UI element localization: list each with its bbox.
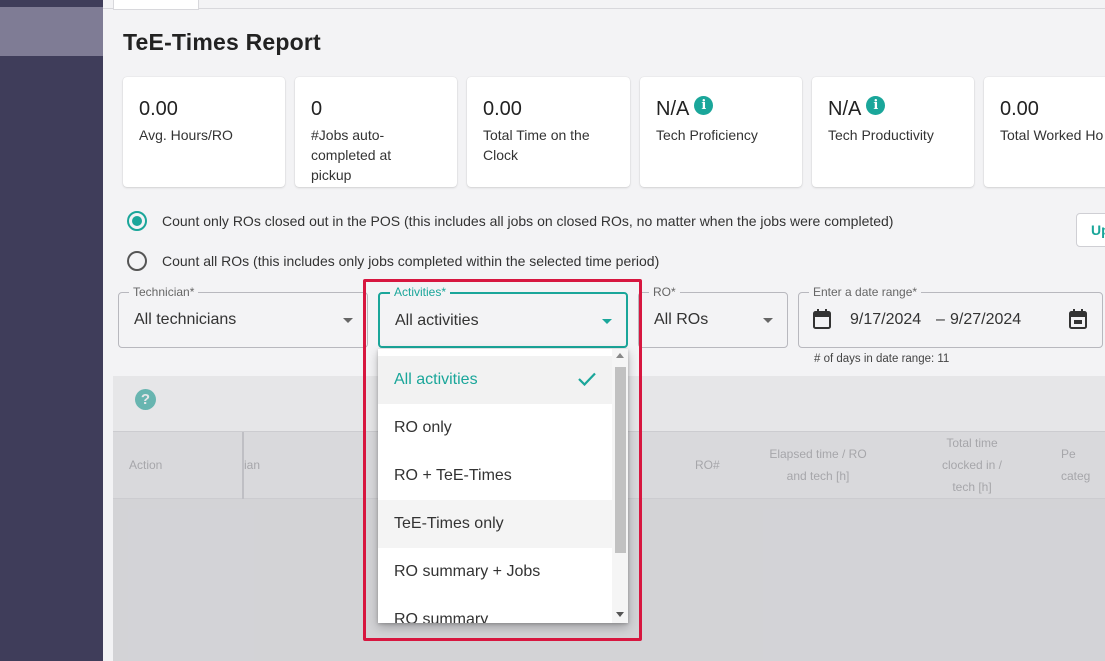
- update-button[interactable]: Up: [1076, 213, 1105, 247]
- stat-label: #Jobs auto-completed at pickup: [311, 127, 392, 183]
- technician-label: Technician*: [129, 285, 199, 299]
- option-ro-only[interactable]: RO only: [378, 404, 612, 452]
- option-label: TeE-Times only: [394, 515, 504, 532]
- option-tee-times-only[interactable]: TeE-Times only: [378, 500, 612, 548]
- scrollbar-thumb[interactable]: [615, 367, 626, 553]
- stat-card-tech-productivity: N/A i Tech Productivity: [812, 77, 974, 187]
- stat-label: Tech Productivity: [828, 127, 934, 143]
- chevron-down-icon[interactable]: [602, 319, 612, 324]
- activities-label: Activities*: [390, 285, 451, 299]
- radio-closed-ros-only[interactable]: Count only ROs closed out in the POS (th…: [127, 211, 893, 231]
- radio-checked-icon[interactable]: [127, 211, 147, 231]
- stat-value: 0.00: [1000, 97, 1039, 120]
- stat-label: Tech Proficiency: [656, 127, 758, 143]
- technician-value: All technicians: [134, 311, 237, 328]
- ro-value: All ROs: [654, 311, 709, 328]
- activities-select[interactable]: Activities* All activities: [378, 285, 628, 348]
- option-ro-summary[interactable]: RO summary: [378, 596, 612, 623]
- date-start-input[interactable]: 9/17/2024: [850, 311, 921, 329]
- option-ro-tee-times[interactable]: RO + TeE-Times: [378, 452, 612, 500]
- checkmark-icon: [578, 372, 596, 386]
- option-label: RO summary: [394, 611, 489, 623]
- stat-card-jobs-auto-completed: 0 #Jobs auto-completed at pickup: [295, 77, 457, 187]
- page-title: TeE-Times Report: [123, 29, 321, 55]
- scroll-down-arrow-icon[interactable]: [616, 612, 624, 617]
- chevron-down-icon[interactable]: [343, 318, 353, 323]
- option-ro-summary-jobs[interactable]: RO summary + Jobs: [378, 548, 612, 596]
- date-separator: –: [936, 311, 945, 328]
- tab-active[interactable]: [113, 0, 199, 10]
- option-label: RO summary + Jobs: [394, 563, 541, 580]
- date-range-label: Enter a date range*: [809, 285, 922, 299]
- option-label: RO only: [394, 419, 452, 436]
- radio-label: Count all ROs (this includes only jobs c…: [162, 253, 660, 269]
- days-in-range-note: # of days in date range: 11: [814, 353, 950, 365]
- stat-card-total-time: 0.00 Total Time on the Clock: [467, 77, 630, 187]
- stat-card-tech-proficiency: N/A i Tech Proficiency: [640, 77, 802, 187]
- stat-label: Avg. Hours/RO: [139, 127, 233, 143]
- radio-unchecked-icon[interactable]: [127, 251, 147, 271]
- stat-value: 0: [311, 97, 323, 120]
- date-range-field[interactable]: Enter a date range* 9/17/2024 – 9/27/202…: [798, 285, 1103, 348]
- stat-label: Total Time on the Clock: [483, 127, 590, 163]
- sidebar-active-item[interactable]: [0, 7, 103, 56]
- technician-select[interactable]: Technician* All technicians: [118, 285, 368, 348]
- calendar-icon[interactable]: [813, 309, 831, 329]
- info-icon[interactable]: i: [866, 95, 886, 115]
- stat-value: 0.00: [483, 97, 522, 120]
- calendar-icon[interactable]: [1069, 309, 1087, 329]
- option-label: All activities: [394, 371, 478, 388]
- ro-label: RO*: [649, 285, 680, 299]
- sidebar: [0, 0, 103, 661]
- radio-label: Count only ROs closed out in the POS (th…: [162, 213, 894, 229]
- stat-card-avg-hours: 0.00 Avg. Hours/RO: [123, 77, 285, 187]
- activities-dropdown-menu: All activities RO only RO + TeE-Times Te…: [378, 349, 628, 623]
- top-tab-bar: [103, 0, 1105, 10]
- info-icon[interactable]: i: [694, 95, 714, 115]
- dropdown-scrollbar[interactable]: [612, 349, 628, 623]
- stat-value: 0.00: [139, 97, 178, 120]
- option-all-activities[interactable]: All activities: [378, 356, 612, 404]
- option-label: RO + TeE-Times: [394, 467, 512, 484]
- stat-card-total-worked-hours: 0.00 Total Worked Ho: [984, 77, 1105, 187]
- ro-select[interactable]: RO* All ROs: [638, 285, 788, 348]
- stat-value: N/A i: [828, 95, 958, 121]
- activities-value: All activities: [395, 312, 479, 329]
- stat-label: Total Worked Ho: [1000, 127, 1104, 143]
- stat-value: N/A i: [656, 95, 786, 121]
- radio-all-ros[interactable]: Count all ROs (this includes only jobs c…: [127, 251, 659, 271]
- scroll-up-arrow-icon[interactable]: [616, 353, 624, 358]
- chevron-down-icon[interactable]: [763, 318, 773, 323]
- date-end-input[interactable]: 9/27/2024: [950, 311, 1021, 329]
